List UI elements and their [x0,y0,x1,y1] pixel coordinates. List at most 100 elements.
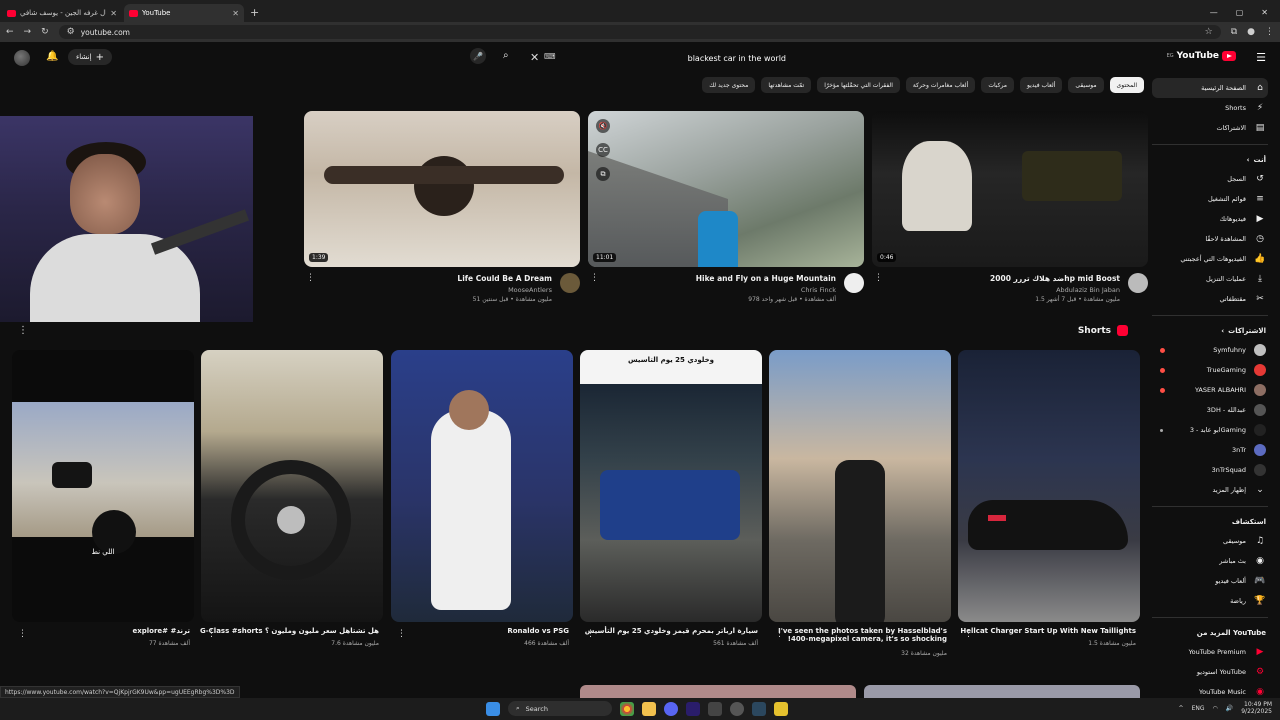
reload-icon[interactable]: ↻ [41,27,49,37]
minimize-icon[interactable]: — [1210,8,1218,17]
short-card[interactable]: Ronaldo vs PSG 466 ألف مشاهدة ⋮ [391,350,573,647]
channel-avatar[interactable] [844,273,864,293]
video-card[interactable]: 🔇 CC ⧉ 11:01 Hike and Fly on a Huge Moun… [588,111,864,313]
sidebar-item-studio[interactable]: ⚙ استوديو YouTube [1152,662,1268,682]
close-window-icon[interactable]: ✕ [1261,8,1268,17]
account-avatar[interactable] [14,50,30,66]
short-thumbnail[interactable] [958,350,1140,622]
sidebar-item-music[interactable]: ♫ موسيقى [1152,531,1268,551]
captions-icon[interactable]: CC [596,143,610,157]
video-title[interactable]: ضد هلاك تررر 2000hp mid Boost [990,274,1120,283]
language-indicator[interactable]: ENG [1192,705,1205,712]
short-title[interactable]: I've seen the photos taken by Hasselblad… [777,627,947,643]
sidebar-item-gaming[interactable]: 🎮 ألعاب فيديو [1152,571,1268,591]
sidebar-section-you[interactable]: أنت ‹ [1152,151,1268,169]
sidebar-section-subscriptions[interactable]: الاشتراكات ‹ [1152,322,1268,340]
close-tab-icon[interactable]: ✕ [232,9,239,18]
short-thumbnail[interactable] [769,350,951,622]
sidebar-item-watch-later[interactable]: ◷ المشاهدة لاحقًا [1152,229,1268,249]
notifications-bell-icon[interactable]: 🔔 [46,51,58,62]
short-title[interactable]: سيارة ارباتر بمحرم قيمز وخلودي 25 يوم ال… [585,627,758,635]
browser-menu-icon[interactable]: ⋮ [1265,27,1274,37]
video-thumbnail[interactable]: 1:39 [304,111,580,267]
address-bar[interactable]: ⚙ youtube.com ☆ [58,25,1221,39]
site-info-icon[interactable]: ⚙ [67,27,75,37]
more-actions-icon[interactable]: ⋮ [775,629,784,639]
clear-search-icon[interactable]: ✕ [530,51,539,64]
maximize-icon[interactable]: ▢ [1236,8,1244,17]
chip-new-to-you[interactable]: محتوى جديد لك [702,77,756,93]
extensions-icon[interactable]: ⧉ [1231,27,1237,37]
sidebar-channel[interactable]: ابو عابد - 3Gaming [1152,420,1268,440]
voice-search-icon[interactable]: 🎤 [470,48,486,64]
taskbar-search[interactable]: ⌕ Search [508,701,612,716]
channel-avatar[interactable] [560,273,580,293]
youtube-logo[interactable]: EG YouTube [1167,51,1236,61]
sidebar-item-playlists[interactable]: ≡ قوائم التشغيل [1152,189,1268,209]
more-actions-icon[interactable]: ⋮ [964,629,973,639]
mute-icon[interactable]: 🔇 [596,119,610,133]
sidebar-item-shorts[interactable]: ⚡ Shorts [1152,98,1268,118]
chrome-icon[interactable] [620,701,634,716]
short-thumbnail[interactable] [201,350,383,622]
file-explorer-icon[interactable] [642,701,656,716]
more-actions-icon[interactable]: ⋮ [874,273,883,283]
bookmark-star-icon[interactable]: ☆ [1205,27,1213,37]
more-actions-icon[interactable]: ⋮ [207,629,216,639]
search-input[interactable]: blackest car in the world [544,48,788,68]
steam-icon[interactable] [752,701,766,716]
keyboard-icon[interactable]: ⌨ [544,52,556,61]
chip-music[interactable]: موسيقى [1068,77,1104,93]
short-thumbnail[interactable]: وخلودي 25 يوم التاسيس [580,350,762,622]
more-actions-icon[interactable]: ⋮ [18,629,27,639]
channel-name[interactable]: MooseAntlers [508,286,552,294]
sidebar-channel[interactable]: TrueGaming [1152,360,1268,380]
short-card[interactable]: G-Class #shorts هل تشتاهل سعر مليون وملي… [200,350,383,647]
close-tab-icon[interactable]: ✕ [110,9,117,18]
browser-tab-2[interactable]: YouTube ✕ [124,4,244,22]
create-button[interactable]: إنشاء + [68,49,112,65]
more-actions-icon[interactable]: ⋮ [397,629,406,639]
sidebar-item-liked[interactable]: 👍 الفيديوهات التي أعجبتني [1152,249,1268,269]
chip-gaming[interactable]: ألعاب فيديو [1019,77,1063,93]
forward-icon[interactable]: → [24,27,32,37]
short-thumbnail[interactable] [391,350,573,622]
short-card[interactable]: وخلودي 25 يوم التاسيس سيارة ارباتر بمحرم… [580,350,762,647]
new-tab-button[interactable]: + [250,6,259,19]
sidebar-channel[interactable]: YASER ALBAHRI [1152,380,1268,400]
sidebar-item-premium[interactable]: ▶ YouTube Premium [1152,642,1268,662]
next-row-thumbnail[interactable] [864,685,1140,698]
short-title[interactable]: explore# #ترند [132,627,190,635]
windows-start-icon[interactable] [486,701,500,716]
chip-vehicles[interactable]: مركبات [981,77,1014,93]
discord-icon[interactable] [664,701,678,716]
volume-icon[interactable]: 🔊 [1226,705,1233,712]
obs-icon[interactable] [730,701,744,716]
sidebar-channel[interactable]: 3nTr [1152,440,1268,460]
video-thumbnail[interactable]: 🔇 CC ⧉ 11:01 [588,111,864,267]
guide-menu-icon[interactable]: ☰ [1256,51,1266,64]
video-card[interactable]: 1:39 Life Could Be A Dream MooseAntlers … [304,111,580,313]
tray-chevron-up-icon[interactable]: ^ [1179,705,1184,712]
next-row-thumbnail[interactable] [580,685,856,698]
shorts-shelf-menu-icon[interactable]: ⋮ [18,325,28,336]
short-title[interactable]: Ronaldo vs PSG [507,627,569,635]
sidebar-channel[interactable]: 3DH - عبدالله [1152,400,1268,420]
sidebar-item-downloads[interactable]: ⤓ عمليات التنزيل [1152,269,1268,289]
wifi-icon[interactable]: ◠ [1213,705,1218,712]
chip-action-adventure[interactable]: ألعاب مغامرات وحركة [905,77,976,93]
sidebar-item-clips[interactable]: ✂ مقتطفاتي [1152,289,1268,309]
short-card[interactable]: Hellcat Charger Start Up With New Tailli… [958,350,1140,647]
sidebar-item-home[interactable]: ⌂ الصفحة الرئيسية [1152,78,1268,98]
video-title[interactable]: Hike and Fly on a Huge Mountain [696,274,836,283]
more-actions-icon[interactable]: ⋮ [306,273,315,283]
more-actions-icon[interactable]: ⋮ [590,273,599,283]
app-icon[interactable] [708,701,722,716]
sidebar-channel[interactable]: 3nTrSquad [1152,460,1268,480]
sidebar-item-subscriptions[interactable]: ▤ الاشتراكات [1152,118,1268,138]
channel-avatar[interactable] [1128,273,1148,293]
chip-watched[interactable]: تمّت مشاهدتها [761,77,812,93]
app-icon[interactable] [774,701,788,716]
video-card[interactable]: 0:46 ضد هلاك تررر 2000hp mid Boost Abdul… [872,111,1148,313]
sidebar-item-live[interactable]: ◉ بث مباشر [1152,551,1268,571]
